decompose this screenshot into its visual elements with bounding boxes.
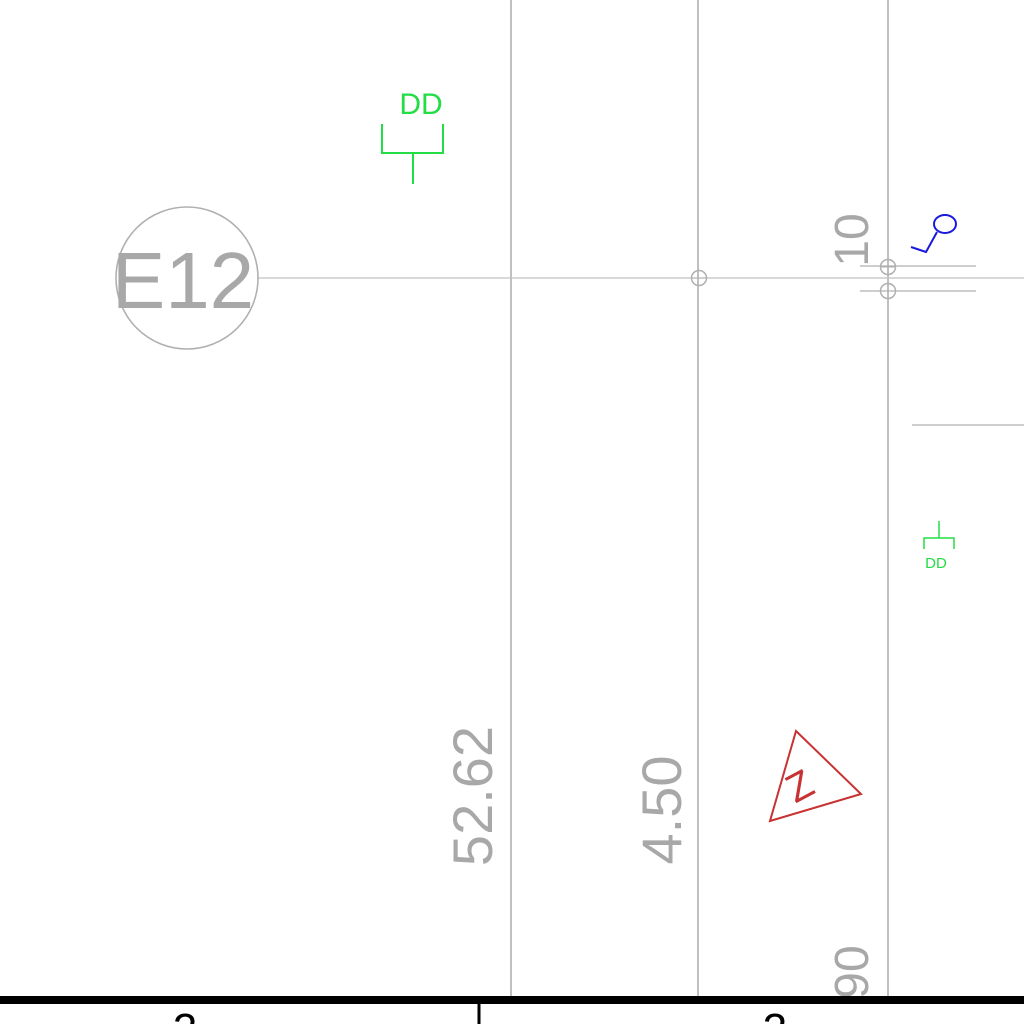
grid-bubble-label: E12 <box>112 236 254 325</box>
pin-marker-icon[interactable] <box>910 214 957 254</box>
cad-drawing-canvas[interactable]: E12 52.62 4.50 10 90 60 3.70 DD DD Z <box>0 0 1024 1024</box>
drawing-svg: E12 52.62 4.50 10 90 60 3.70 DD DD Z <box>0 0 1024 1024</box>
dimension-text-90[interactable]: 90 <box>826 945 879 998</box>
pin-marker-stem <box>910 231 938 254</box>
bottom-scale-bar: 2 3 <box>0 996 1024 1024</box>
dimension-text-10[interactable]: 10 <box>826 213 879 266</box>
scale-bar-label-1: 2 <box>173 1005 197 1024</box>
outlet-symbol-small[interactable]: DD <box>923 521 955 572</box>
outlet-symbol-top-bracket <box>381 124 444 184</box>
dimension-text-edge-mid[interactable]: 3.70 <box>1016 701 1024 794</box>
dimension-text-edge-top[interactable]: 60 <box>1016 245 1024 298</box>
dimension-text-52-62[interactable]: 52.62 <box>441 726 504 866</box>
survey-marker-label: Z <box>779 761 821 811</box>
survey-marker-icon[interactable]: Z <box>768 729 863 823</box>
pin-marker-head <box>933 214 957 234</box>
outlet-symbol-small-bracket <box>923 521 955 549</box>
outlet-symbol-top-label: DD <box>399 88 442 121</box>
scale-bar-label-2: 3 <box>763 1005 787 1024</box>
grid-bubble-e12[interactable]: E12 <box>112 206 259 350</box>
outlet-symbol-top[interactable]: DD <box>381 88 444 184</box>
dimension-text-4-50[interactable]: 4.50 <box>630 756 693 865</box>
outlet-symbol-small-label: DD <box>925 555 947 572</box>
